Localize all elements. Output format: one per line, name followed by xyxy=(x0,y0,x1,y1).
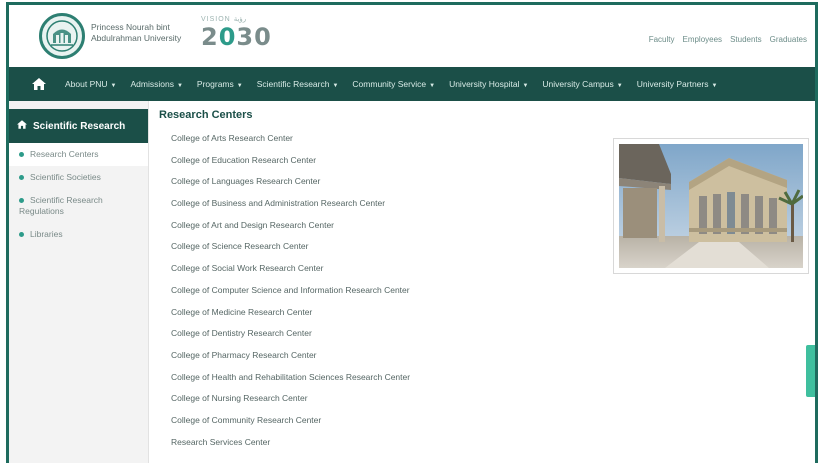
nav-university-hospital[interactable]: University Hospital ▼ xyxy=(449,79,528,89)
home-icon xyxy=(32,78,46,90)
list-item[interactable]: College of Social Work Research Center xyxy=(159,261,609,283)
sidebar-item-label: Scientific Societies xyxy=(30,172,101,182)
chevron-down-icon: ▼ xyxy=(711,83,718,89)
list-item[interactable]: College of Nursing Research Center xyxy=(159,391,609,413)
vision-year-part-1: 2 xyxy=(201,23,219,51)
main-navigation: About PNU ▼ Admissions ▼ Programs ▼ Scienti… xyxy=(9,67,815,101)
home-icon xyxy=(17,120,27,132)
nav-scientific-research-label: Scientific Research xyxy=(256,79,330,89)
university-logo[interactable] xyxy=(39,13,85,59)
vision-label: VISION رؤية xyxy=(201,16,247,23)
sidebar-item-label: Research Centers xyxy=(30,149,99,159)
list-item[interactable]: College of Community Research Center xyxy=(159,413,609,435)
university-emblem-icon xyxy=(46,20,78,52)
list-item[interactable]: College of Health and Rehabilitation Sci… xyxy=(159,370,609,392)
bullet-icon xyxy=(19,152,24,158)
nav-community-service[interactable]: Community Service ▼ xyxy=(352,79,435,89)
vision-year-accent: 0 xyxy=(218,23,237,51)
sidebar-item-label: Scientific Research Regulations xyxy=(19,195,103,216)
nav-university-campus-label: University Campus xyxy=(542,79,614,89)
list-item[interactable]: College of Medicine Research Center xyxy=(159,305,609,327)
top-link-faculty[interactable]: Faculty xyxy=(649,35,675,44)
top-link-employees[interactable]: Employees xyxy=(682,35,722,44)
bullet-icon xyxy=(19,198,24,204)
chevron-down-icon: ▼ xyxy=(429,83,436,89)
nav-university-partners-label: University Partners xyxy=(636,79,709,89)
list-item[interactable]: College of Pharmacy Research Center xyxy=(159,348,609,370)
nav-about[interactable]: About PNU ▼ xyxy=(65,79,116,89)
nav-programs[interactable]: Programs ▼ xyxy=(197,79,243,89)
chevron-down-icon: ▼ xyxy=(522,83,529,89)
campus-photo xyxy=(613,138,809,274)
nav-scientific-research[interactable]: Scientific Research ▼ xyxy=(257,79,339,89)
nav-admissions[interactable]: Admissions ▼ xyxy=(130,79,182,89)
bullet-icon xyxy=(19,232,24,238)
sidebar-item-label: Libraries xyxy=(30,229,63,239)
research-centers-list: College of Arts Research Center College … xyxy=(159,131,609,456)
list-item[interactable]: College of Business and Administration R… xyxy=(159,196,609,218)
main-content: Research Centers College of Arts Researc… xyxy=(159,109,609,463)
list-item[interactable]: College of Education Research Center xyxy=(159,153,609,175)
vision-year-part-2: 30 xyxy=(236,23,272,51)
list-item[interactable]: Research Services Center xyxy=(159,435,609,457)
list-item[interactable]: College of Dentistry Research Center xyxy=(159,326,609,348)
feedback-tab[interactable] xyxy=(806,345,815,397)
nav-community-service-label: Community Service xyxy=(352,79,427,89)
sidebar-item-scientific-societies[interactable]: Scientific Societies xyxy=(9,166,148,189)
sidebar-title-label: Scientific Research xyxy=(33,120,126,132)
sidebar-item-research-centers[interactable]: Research Centers xyxy=(9,143,148,166)
page-title: Research Centers xyxy=(159,109,253,121)
sidebar-item-libraries[interactable]: Libraries xyxy=(9,223,148,246)
top-link-students[interactable]: Students xyxy=(730,35,762,44)
sidebar-title[interactable]: Scientific Research xyxy=(9,109,148,143)
home-button[interactable] xyxy=(27,72,51,96)
nav-admissions-label: Admissions xyxy=(130,79,174,89)
page-frame: Princess Nourah bint Abdulrahman Univers… xyxy=(6,2,818,463)
nav-university-hospital-label: University Hospital xyxy=(449,79,520,89)
university-name: Princess Nourah bint Abdulrahman Univers… xyxy=(91,22,201,44)
list-item[interactable]: College of Arts Research Center xyxy=(159,131,609,153)
university-name-line-1: Princess Nourah bint xyxy=(91,22,170,32)
chevron-down-icon: ▼ xyxy=(332,83,339,89)
chevron-down-icon: ▼ xyxy=(616,83,623,89)
campus-building-image xyxy=(619,144,803,268)
vision-year: 2030 xyxy=(201,23,272,51)
sidebar-item-research-regulations[interactable]: Scientific Research Regulations xyxy=(9,189,148,223)
chevron-down-icon: ▼ xyxy=(110,83,117,89)
nav-about-label: About PNU xyxy=(65,79,108,89)
nav-university-campus[interactable]: University Campus ▼ xyxy=(542,79,622,89)
chevron-down-icon: ▼ xyxy=(176,83,183,89)
sidebar: Scientific Research Research Centers Sci… xyxy=(9,101,149,463)
list-item[interactable]: College of Art and Design Research Cente… xyxy=(159,218,609,240)
university-name-line-2: Abdulrahman University xyxy=(91,33,182,43)
nav-programs-label: Programs xyxy=(196,79,234,89)
list-item[interactable]: College of Languages Research Center xyxy=(159,174,609,196)
list-item[interactable]: College of Science Research Center xyxy=(159,239,609,261)
list-item[interactable]: College of Computer Science and Informat… xyxy=(159,283,609,305)
nav-university-partners[interactable]: University Partners ▼ xyxy=(637,79,718,89)
site-header: Princess Nourah bint Abdulrahman Univers… xyxy=(9,5,815,67)
chevron-down-icon: ▼ xyxy=(236,83,243,89)
vision-2030-logo: VISION رؤية 2030 xyxy=(199,15,272,55)
audience-links: Faculty Employees Students Graduates xyxy=(649,35,807,44)
bullet-icon xyxy=(19,175,24,181)
top-link-graduates[interactable]: Graduates xyxy=(770,35,807,44)
